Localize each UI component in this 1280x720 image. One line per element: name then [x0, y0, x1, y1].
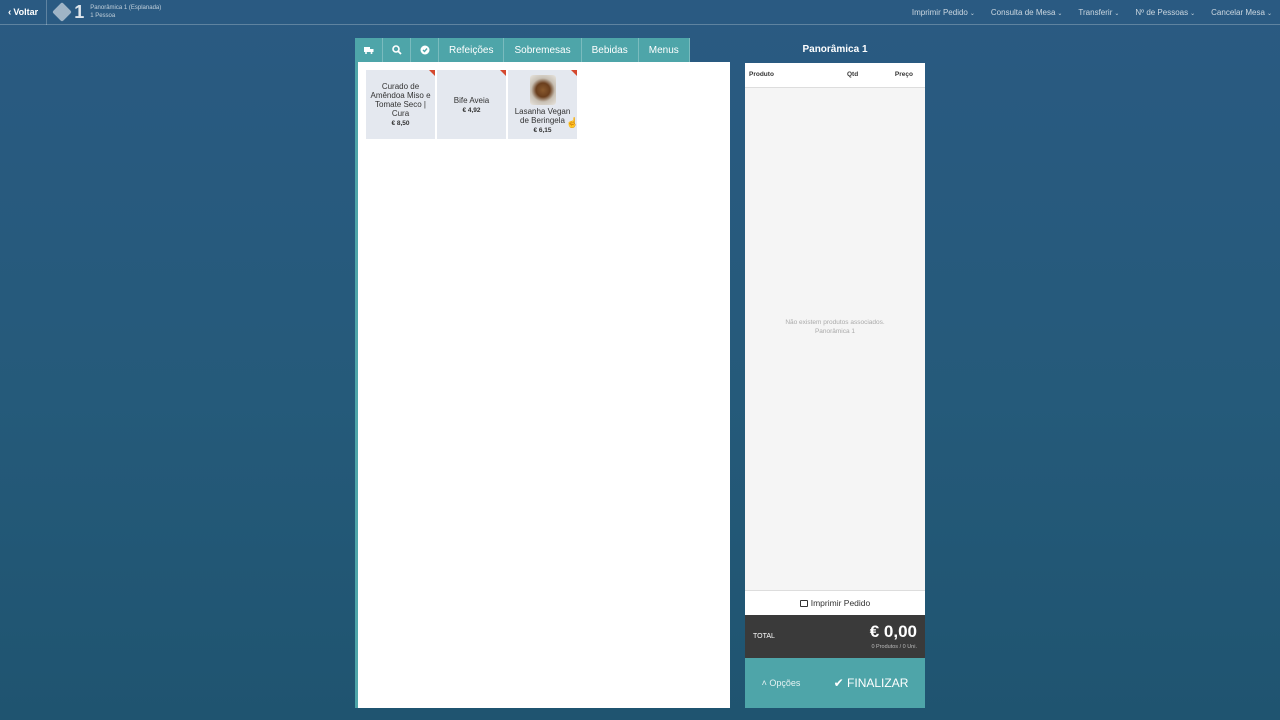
order-header: Produto Qtd Preço [745, 63, 925, 88]
product-grid: Curado de Amêndoa Miso e Tomate Seco | C… [366, 70, 579, 139]
print-order-label: Imprimir Pedido [810, 598, 871, 608]
tab-drinks[interactable]: Bebidas [581, 38, 639, 62]
printer-icon [799, 599, 808, 607]
menu-people-count[interactable]: Nº de Pessoas ⌄ [1135, 8, 1195, 17]
col-price: Preço [894, 71, 913, 78]
product-image [529, 75, 556, 105]
top-bar: ‹ Voltar 1 Panorâmica 1 (Esplanada) 1 Pe… [0, 0, 1280, 25]
search-icon [391, 45, 402, 55]
corner-tag-icon [429, 70, 435, 76]
order-actions: ˄ Opções ✔ FINALIZAR [745, 658, 925, 708]
menu-print-order[interactable]: Imprimir Pedido ⌄ [912, 8, 975, 17]
chevron-down-icon: ⌄ [1114, 11, 1120, 17]
tab-meals[interactable]: Refeições [439, 38, 505, 62]
total-label: TOTAL [753, 633, 775, 640]
col-qty: Qtd [847, 71, 859, 78]
table-identifier: 1 Panorâmica 1 (Esplanada) 1 Pessoa [51, 2, 161, 22]
chevron-down-icon: ⌄ [1266, 11, 1272, 17]
product-price: € 4,92 [462, 106, 481, 114]
chevron-left-icon: ‹ [8, 6, 12, 18]
truck-icon [363, 47, 373, 54]
chevron-down-icon: ⌄ [969, 11, 975, 17]
product-card[interactable]: Bife Aveia € 4,92 [437, 70, 506, 139]
options-button[interactable]: ˄ Opções [745, 678, 817, 688]
empty-message: Não existem produtos associados. Panorâm… [785, 319, 885, 335]
table-number: 1 [74, 2, 85, 22]
print-order-button[interactable]: Imprimir Pedido [745, 590, 925, 615]
tab-favorites[interactable] [411, 38, 439, 62]
product-price: € 8,50 [391, 120, 410, 127]
corner-tag-icon [571, 70, 577, 76]
chevron-up-icon: ˄ [761, 678, 767, 688]
menu-table-lookup[interactable]: Consulta de Mesa ⌄ [991, 8, 1063, 17]
table-name: Panorâmica 1 (Esplanada) [90, 5, 162, 11]
total-summary: 0 Produtos / 0 Uni. [871, 644, 917, 650]
category-tabs: Refeições Sobremesas Bebidas Menus [355, 38, 690, 62]
menu-cancel-table[interactable]: Cancelar Mesa ⌄ [1211, 8, 1272, 17]
product-name: Bife Aveia [453, 95, 490, 105]
finalize-button[interactable]: ✔ FINALIZAR [817, 676, 925, 690]
tab-desserts[interactable]: Sobremesas [504, 38, 582, 62]
product-price: € 6,15 [533, 127, 552, 134]
order-title: Panorâmica 1 [802, 44, 868, 55]
chevron-down-icon: ⌄ [1057, 11, 1063, 17]
table-people: 1 Pessoa [90, 13, 116, 19]
hand-cursor-icon: ☝ [566, 118, 579, 129]
total-value: € 0,00 [869, 622, 917, 641]
back-button[interactable]: ‹ Voltar [0, 0, 48, 25]
product-panel: Curado de Amêndoa Miso e Tomate Seco | C… [355, 62, 730, 708]
tab-menus[interactable]: Menus [638, 38, 690, 62]
col-product: Produto [749, 71, 774, 78]
tab-search[interactable] [383, 38, 411, 62]
check-circle-icon [420, 45, 429, 55]
table-icon [52, 2, 73, 22]
back-button-label: Voltar [13, 7, 39, 17]
product-card[interactable]: Curado de Amêndoa Miso e Tomate Seco | C… [366, 70, 435, 139]
product-name: Curado de Amêndoa Miso e Tomate Seco | C… [370, 82, 431, 118]
chevron-down-icon: ⌄ [1190, 11, 1196, 17]
top-menu: Imprimir Pedido ⌄ Consulta de Mesa ⌄ Trans… [896, 0, 1272, 25]
order-panel: Produto Qtd Preço Não existem produtos a… [745, 63, 925, 590]
tab-delivery[interactable] [355, 38, 383, 62]
total-box: TOTAL € 0,00 0 Produtos / 0 Uni. [745, 615, 925, 658]
menu-transfer[interactable]: Transferir ⌄ [1078, 8, 1119, 17]
corner-tag-icon [500, 70, 506, 76]
check-icon: ✔ [833, 676, 844, 690]
table-info: Panorâmica 1 (Esplanada) 1 Pessoa [90, 4, 161, 20]
